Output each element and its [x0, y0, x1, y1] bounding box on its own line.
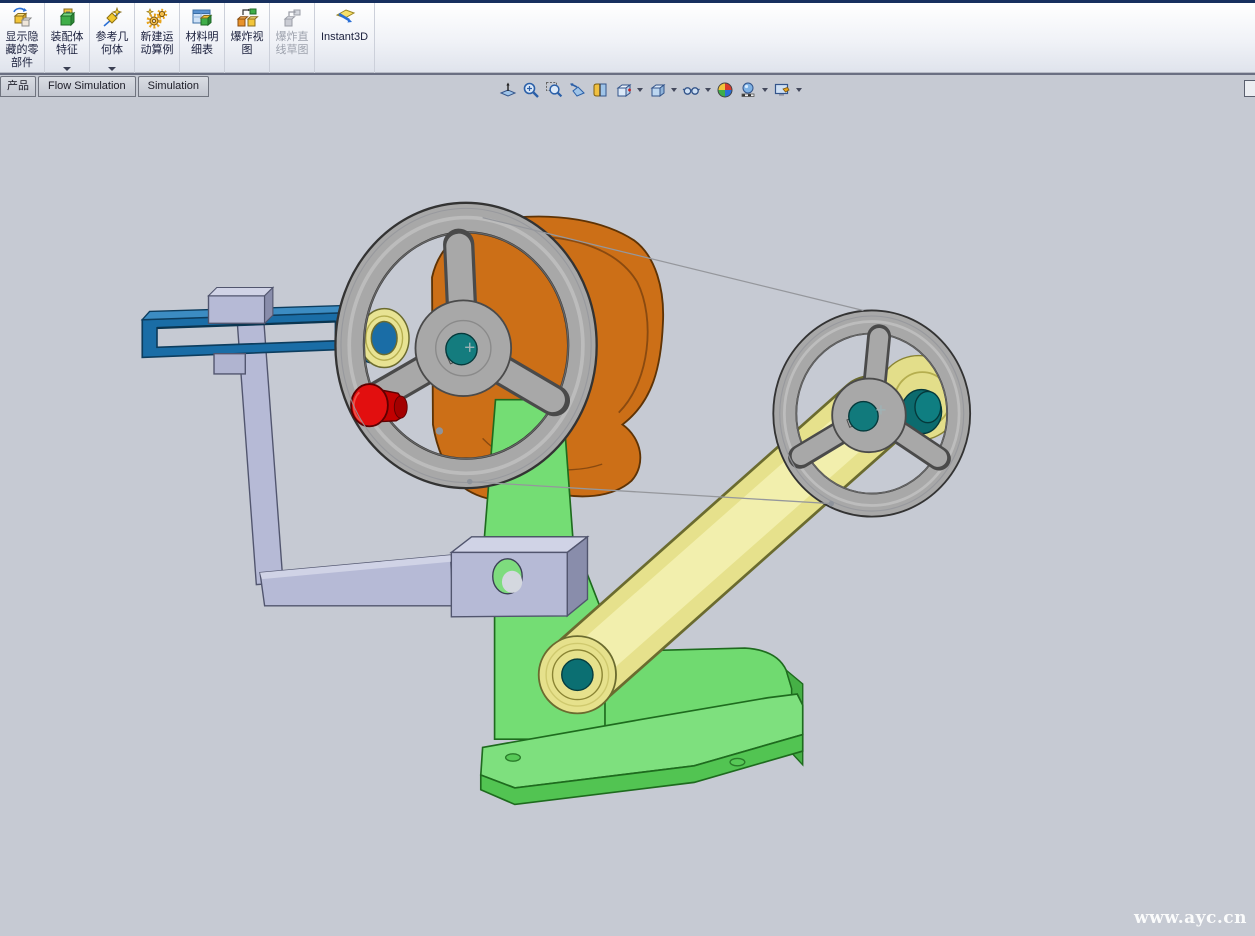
bill-of-materials-button[interactable]: 材料明细表	[180, 3, 225, 73]
watermark: www.ayc.cn	[1134, 908, 1247, 928]
explode-line-sketch-icon	[279, 5, 305, 31]
button-label: 新建运动算例	[137, 31, 177, 57]
chevron-down-icon[interactable]	[703, 80, 712, 101]
new-motion-study-icon	[144, 5, 170, 31]
ribbon-toolbar: 显示隐藏的零部件 装配体特征	[0, 3, 1255, 75]
new-motion-study-button[interactable]: 新建运动算例	[135, 3, 180, 73]
tab-simulation[interactable]: Simulation	[138, 76, 209, 97]
instant3d-icon	[332, 5, 358, 31]
belt-tangent-point	[467, 479, 473, 485]
zoom-to-fit-icon[interactable]	[520, 80, 541, 101]
view-settings-icon[interactable]	[771, 80, 792, 101]
belt-tangent-point	[828, 501, 834, 507]
button-label: 爆炸直线草图	[272, 31, 312, 57]
edit-appearance-icon[interactable]	[714, 80, 735, 101]
part-crank-plate[interactable]	[451, 537, 587, 617]
normal-to-icon[interactable]	[497, 80, 518, 101]
show-hidden-components-button[interactable]: 显示隐藏的零部件	[0, 3, 45, 73]
assembly-features-icon	[54, 5, 80, 31]
button-label: 显示隐藏的零部件	[2, 31, 42, 70]
bill-of-materials-icon	[189, 5, 215, 31]
button-label: 材料明细表	[182, 31, 222, 57]
heads-up-view-toolbar	[497, 79, 803, 101]
chevron-down-icon[interactable]	[794, 80, 803, 101]
section-view-icon[interactable]	[589, 80, 610, 101]
collapsed-panel-nub[interactable]	[1244, 80, 1255, 97]
display-style-icon[interactable]	[646, 80, 667, 101]
exploded-view-button[interactable]: 爆炸视图	[225, 3, 270, 73]
zoom-to-area-icon[interactable]	[543, 80, 564, 101]
chevron-down-icon[interactable]	[760, 80, 769, 101]
tab-flow-simulation[interactable]: Flow Simulation	[38, 76, 136, 97]
graphics-viewport[interactable]: www.ayc.cn	[0, 75, 1255, 936]
assembly-model	[0, 75, 1255, 936]
assembly-features-button[interactable]: 装配体特征	[45, 3, 90, 73]
command-manager-tabs: 产品 Flow Simulation Simulation	[0, 76, 211, 96]
reference-geometry-icon	[99, 5, 125, 31]
previous-view-icon[interactable]	[566, 80, 587, 101]
tab-products[interactable]: 产品	[0, 76, 36, 97]
hide-show-items-icon[interactable]	[680, 80, 701, 101]
chevron-down-icon[interactable]	[669, 80, 678, 101]
reference-geometry-button[interactable]: 参考几何体	[90, 3, 135, 73]
chevron-down-icon[interactable]	[635, 80, 644, 101]
button-label: 爆炸视图	[227, 31, 267, 57]
explode-line-sketch-button: 爆炸直线草图	[270, 3, 315, 73]
view-orientation-icon[interactable]	[612, 80, 633, 101]
button-label: 装配体特征	[47, 31, 87, 57]
chevron-down-icon[interactable]	[108, 67, 116, 71]
exploded-view-icon	[234, 5, 260, 31]
origin-point[interactable]	[436, 427, 443, 434]
solidworks-window: 显示隐藏的零部件 装配体特征	[0, 0, 1255, 936]
apply-scene-icon[interactable]	[737, 80, 758, 101]
button-label: 参考几何体	[92, 31, 132, 57]
instant3d-button[interactable]: Instant3D	[315, 3, 375, 73]
chevron-down-icon[interactable]	[63, 67, 71, 71]
button-label: Instant3D	[317, 31, 372, 44]
show-hidden-components-icon	[9, 5, 35, 31]
